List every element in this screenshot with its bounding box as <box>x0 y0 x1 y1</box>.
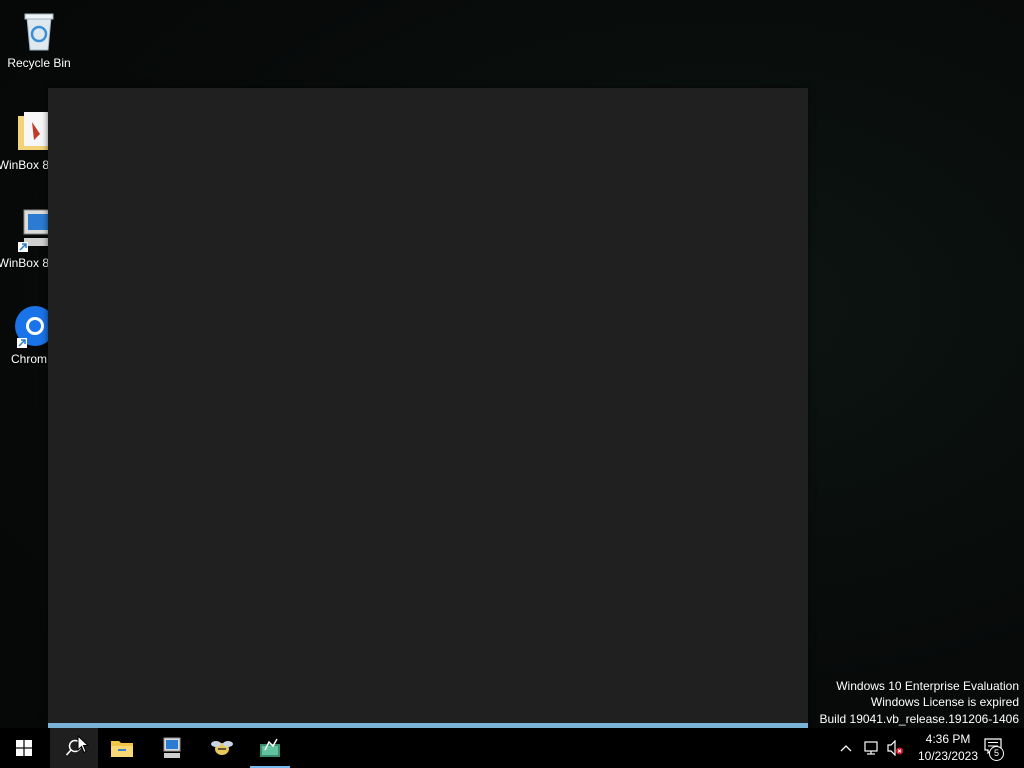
control-panel-icon <box>260 738 280 757</box>
action-center-button[interactable]: 5 <box>976 728 1010 768</box>
volume-tray-button[interactable] <box>884 728 906 768</box>
chevron-up-icon <box>840 745 852 752</box>
watermark-license: Windows License is expired <box>870 695 1019 709</box>
chrome-icon <box>9 304 55 348</box>
desktop-icon-recycle-bin[interactable]: Recycle Bin <box>1 8 77 71</box>
start-button[interactable] <box>0 728 48 768</box>
taskbar-file-explorer[interactable] <box>98 728 146 768</box>
windows-start-icon <box>16 740 32 756</box>
mouse-cursor-icon <box>77 735 89 754</box>
file-explorer-icon <box>111 741 133 757</box>
taskbar-control-panel[interactable] <box>246 728 294 768</box>
watermark-build: Build 19041.vb_release.191206-1406 <box>819 711 1020 726</box>
taskbar-86box-manager[interactable] <box>148 728 196 768</box>
windows-watermark: Windows 10 Enterprise Evaluation Windows… <box>820 678 1020 728</box>
taskbar-86box[interactable] <box>198 728 246 768</box>
86box-icon <box>211 741 233 755</box>
volume-muted-icon <box>887 740 903 756</box>
search-flyout-panel <box>48 88 808 728</box>
watermark-edition: Windows 10 Enterprise Evaluation <box>836 678 1019 693</box>
network-tray-button[interactable] <box>860 728 882 768</box>
taskbar: 4:36 PM 10/23/2023 5 <box>0 728 1024 768</box>
desktop-icon-label: Recycle Bin <box>7 56 71 70</box>
search-button[interactable] <box>50 728 98 768</box>
show-hidden-icons-button[interactable] <box>836 728 856 768</box>
86box-manager-icon <box>163 737 181 758</box>
notification-count-badge: 5 <box>989 745 1004 761</box>
recycle-bin-icon <box>19 8 59 52</box>
network-icon <box>864 741 878 755</box>
